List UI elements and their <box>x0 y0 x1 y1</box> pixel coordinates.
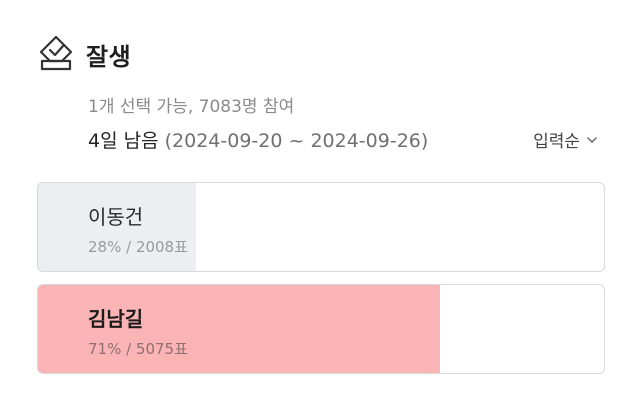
poll-title: 잘생 <box>86 42 132 71</box>
sort-dropdown[interactable]: 입력순 <box>533 127 598 152</box>
deadline-remaining: 4일 남음 <box>88 130 159 152</box>
option-stats: 71% / 5075표 <box>88 340 188 358</box>
sort-label: 입력순 <box>533 132 580 152</box>
poll-option-selected[interactable]: 김남길 71% / 5075표 <box>37 284 605 374</box>
poll-header: 잘생 <box>36 34 131 74</box>
poll-deadline: 4일 남음 (2024-09-20 ~ 2024-09-26) <box>88 126 428 153</box>
option-name: 김남길 <box>88 307 144 331</box>
deadline-range: (2024-09-20 ~ 2024-09-26) <box>164 130 429 152</box>
poll-option[interactable]: 이동건 28% / 2008표 <box>37 182 605 272</box>
chevron-down-icon <box>587 136 597 143</box>
poll-card: 잘생 1개 선택 가능, 7083명 참여 4일 남음 (2024-09-20 … <box>0 0 640 406</box>
option-stats: 28% / 2008표 <box>88 238 188 256</box>
ballot-check-icon <box>39 35 73 71</box>
poll-meta: 1개 선택 가능, 7083명 참여 <box>88 97 295 117</box>
option-name: 이동건 <box>88 205 144 229</box>
